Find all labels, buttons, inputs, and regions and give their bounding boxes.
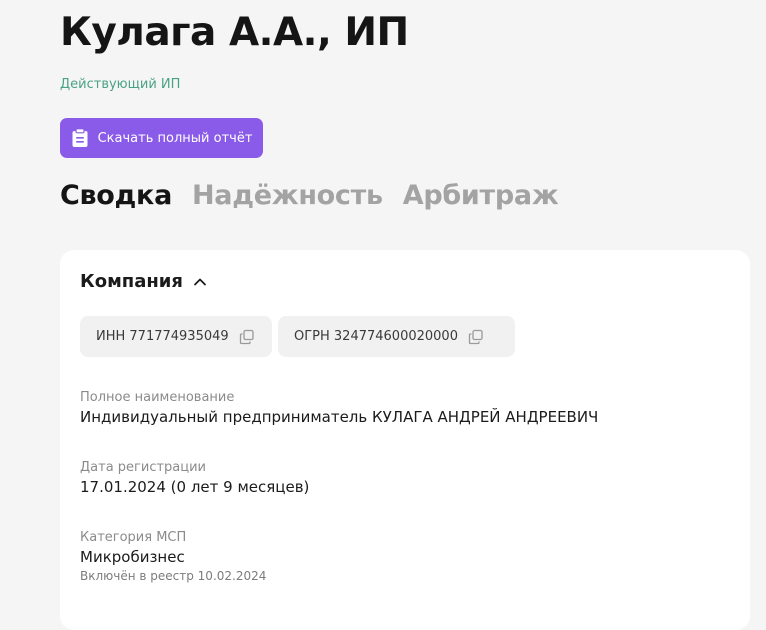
msp-category-label: Категория МСП <box>80 530 187 545</box>
copy-icon[interactable] <box>239 329 255 345</box>
ogrn-chip[interactable]: ОГРН 324774600020000 <box>278 316 515 357</box>
tab-reliability[interactable]: Надёжность <box>192 180 383 211</box>
company-section-toggle[interactable]: Компания <box>80 271 207 292</box>
msp-registry-note: Включён в реестр 10.02.2024 <box>80 569 267 583</box>
company-page: Кулага А.А., ИП Действующий ИП Скачать п… <box>0 0 766 630</box>
copy-icon[interactable] <box>468 329 484 345</box>
msp-category-field: Категория МСП Микробизнес Включён в реес… <box>80 530 266 583</box>
full-name-value: Индивидуальный предприниматель КУЛАГА АН… <box>80 408 599 426</box>
tabs: Сводка Надёжность Арбитраж <box>60 180 559 211</box>
download-report-button[interactable]: Скачать полный отчёт <box>60 118 263 158</box>
ogrn-value: ОГРН 324774600020000 <box>294 329 458 344</box>
section-title: Компания <box>80 271 183 292</box>
status-label: Действующий ИП <box>60 77 181 92</box>
full-name-label: Полное наименование <box>80 390 235 405</box>
tab-summary[interactable]: Сводка <box>60 180 172 211</box>
registration-date-label: Дата регистрации <box>80 460 207 475</box>
chevron-up-icon <box>193 272 207 291</box>
full-name-field: Полное наименование Индивидуальный предп… <box>80 390 598 426</box>
msp-category-value: Микробизнес <box>80 548 185 566</box>
company-card: Компания ИНН 771774935049 ОГРН 324774600… <box>60 250 750 630</box>
clipboard-icon <box>71 128 89 148</box>
page-title: Кулага А.А., ИП <box>60 10 409 55</box>
inn-chip[interactable]: ИНН 771774935049 <box>80 316 272 357</box>
registration-date-value: 17.01.2024 (0 лет 9 месяцев) <box>80 478 310 496</box>
download-report-label: Скачать полный отчёт <box>97 130 253 146</box>
registration-date-field: Дата регистрации 17.01.2024 (0 лет 9 мес… <box>80 460 309 496</box>
inn-value: ИНН 771774935049 <box>96 329 229 344</box>
tab-arbitration[interactable]: Арбитраж <box>403 180 559 211</box>
